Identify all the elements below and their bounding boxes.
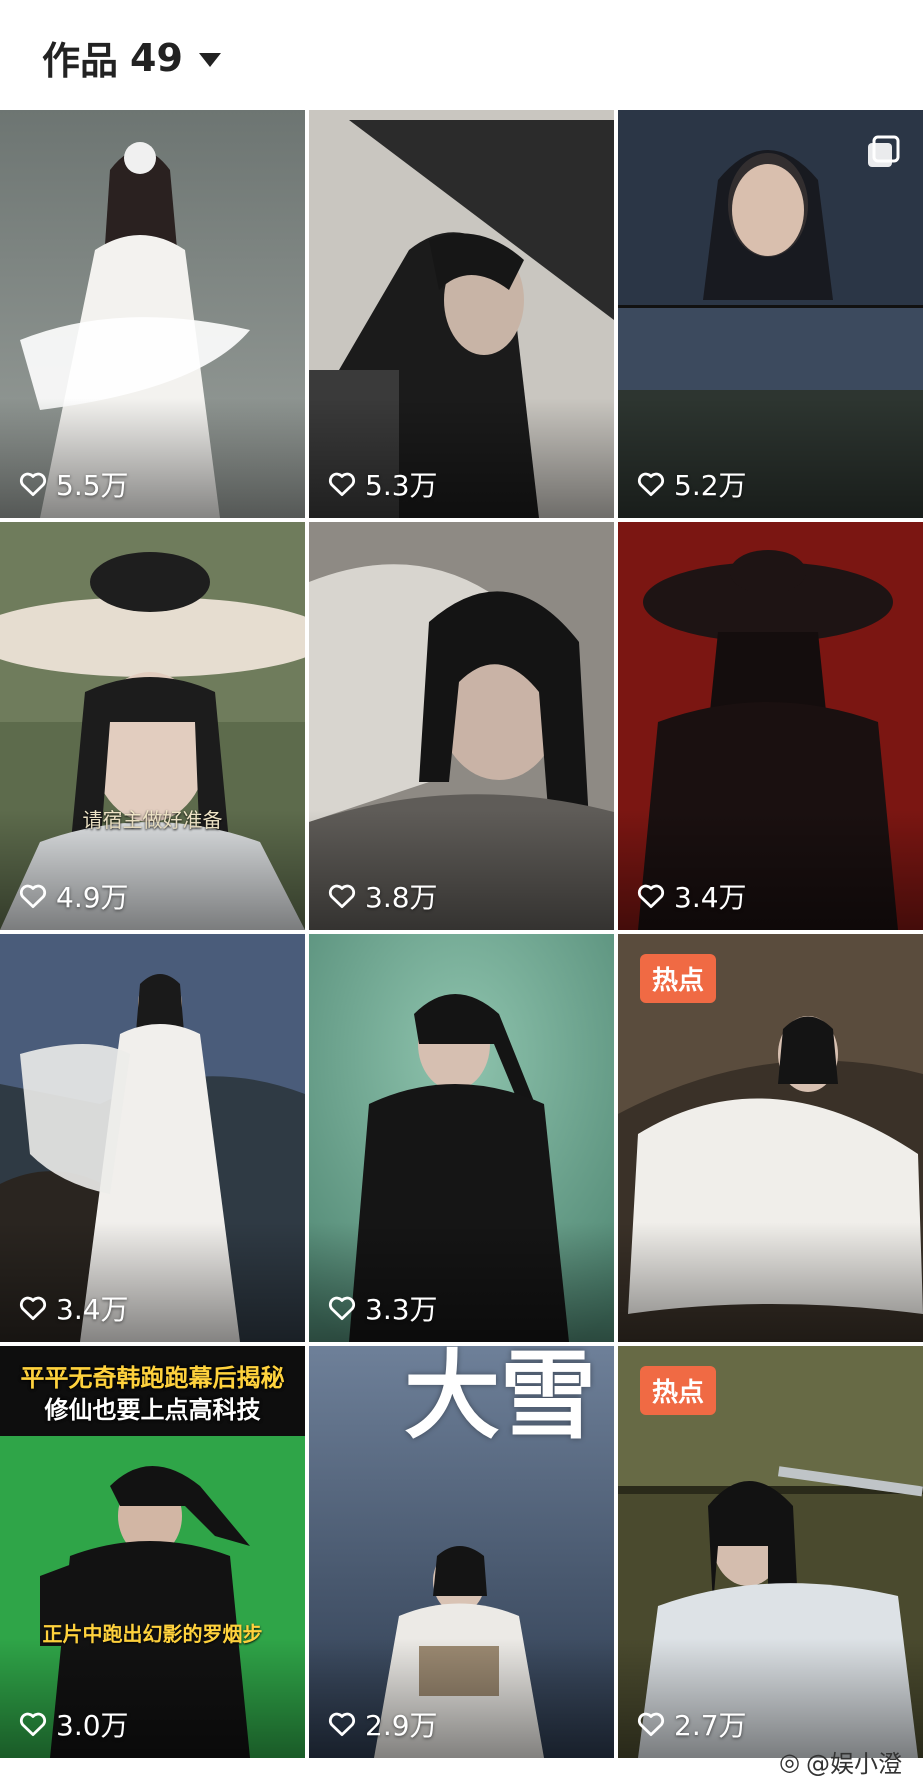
- like-count-text: 5.5万: [56, 469, 129, 502]
- like-count-text: 3.3万: [365, 1293, 438, 1326]
- video-banner: 平平无奇韩跑跑幕后揭秘 修仙也要上点高科技: [0, 1362, 305, 1426]
- heart-icon: [19, 1712, 47, 1736]
- heart-icon: [328, 1296, 356, 1320]
- header: 作品 49: [0, 0, 924, 110]
- video-tile-10[interactable]: 平平无奇韩跑跑幕后揭秘 修仙也要上点高科技 正片中跑出幻影的罗烟步 3.0万: [0, 1346, 305, 1758]
- heart-icon: [637, 884, 665, 908]
- heart-icon: [328, 472, 356, 496]
- video-tile-9[interactable]: 热点: [618, 934, 923, 1342]
- like-count-text: 3.4万: [674, 881, 747, 914]
- like-count: 3.4万: [18, 1288, 129, 1328]
- video-tile-5[interactable]: 3.8万: [309, 522, 614, 930]
- like-count: 3.0万: [18, 1704, 129, 1744]
- watermark-text: @娱小澄: [806, 1750, 902, 1778]
- weibo-icon: ◎: [779, 1747, 800, 1776]
- like-count-text: 3.8万: [365, 881, 438, 914]
- works-count: 49: [130, 35, 183, 80]
- heart-icon: [328, 1712, 356, 1736]
- works-label: 作品: [42, 39, 119, 83]
- heart-icon: [328, 884, 356, 908]
- like-count-text: 3.0万: [56, 1709, 129, 1742]
- thumbnail-shade: [618, 1222, 923, 1342]
- heart-icon: [19, 1296, 47, 1320]
- like-count: 5.2万: [636, 464, 747, 504]
- like-count-text: 5.2万: [674, 469, 747, 502]
- video-tile-1[interactable]: 5.5万: [0, 110, 305, 518]
- multi-image-icon: [868, 135, 900, 167]
- banner-line-1: 平平无奇韩跑跑幕后揭秘: [20, 1364, 285, 1392]
- video-tile-7[interactable]: 3.4万: [0, 934, 305, 1342]
- like-count: 3.8万: [327, 876, 438, 916]
- hot-badge: 热点: [640, 954, 717, 1003]
- like-count: 3.3万: [327, 1288, 438, 1328]
- like-count-text: 3.4万: [56, 1293, 129, 1326]
- like-count: 2.9万: [327, 1704, 438, 1744]
- like-count-text: 2.9万: [365, 1709, 438, 1742]
- chevron-down-icon: [198, 52, 221, 67]
- weibo-watermark: ◎ @娱小澄: [779, 1744, 902, 1779]
- like-count-text: 5.3万: [365, 469, 438, 502]
- like-count: 5.3万: [327, 464, 438, 504]
- video-title-art: 大雪: [404, 1346, 596, 1452]
- video-tile-6[interactable]: 3.4万: [618, 522, 923, 930]
- heart-icon: [637, 472, 665, 496]
- like-count: 4.9万: [18, 876, 129, 916]
- video-tile-2[interactable]: 5.3万: [309, 110, 614, 518]
- heart-icon: [637, 1712, 665, 1736]
- like-count-text: 2.7万: [674, 1709, 747, 1742]
- video-tile-12[interactable]: 热点 2.7万: [618, 1346, 923, 1758]
- heart-icon: [19, 884, 47, 908]
- like-count-text: 4.9万: [56, 881, 129, 914]
- video-tile-4[interactable]: 请宿主做好准备 4.9万: [0, 522, 305, 930]
- like-count: 2.7万: [636, 1704, 747, 1744]
- works-count-dropdown[interactable]: 作品 49: [42, 30, 221, 85]
- video-tile-8[interactable]: 3.3万: [309, 934, 614, 1342]
- video-tile-3[interactable]: 5.2万: [618, 110, 923, 518]
- banner-line-2: 修仙也要上点高科技: [44, 1396, 261, 1424]
- like-count: 5.5万: [18, 464, 129, 504]
- like-count: 3.4万: [636, 876, 747, 916]
- hot-badge: 热点: [640, 1366, 717, 1415]
- heart-icon: [19, 472, 47, 496]
- video-tile-11[interactable]: 大雪 2.9万: [309, 1346, 614, 1758]
